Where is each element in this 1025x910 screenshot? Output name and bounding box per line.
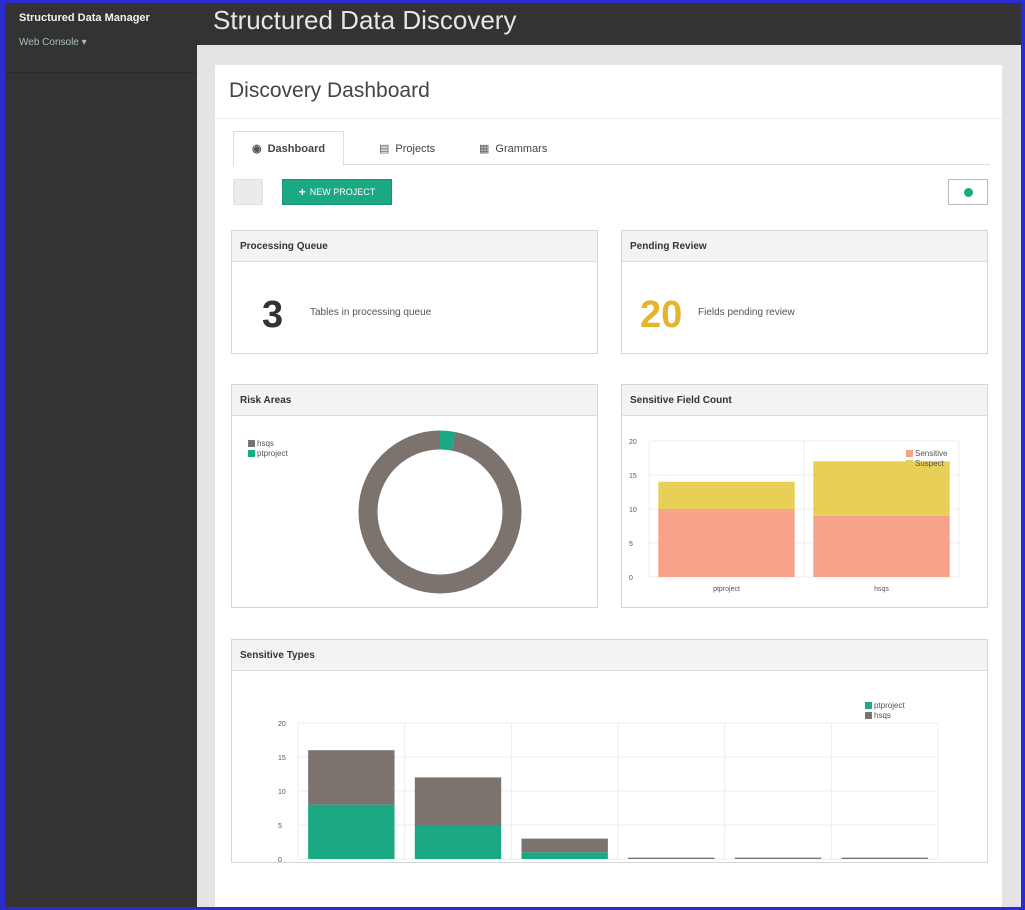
risk-areas-card: Risk Areas hsqs ptproject	[231, 384, 598, 608]
bar-ptproject	[308, 804, 395, 859]
bar-hsqs	[734, 857, 822, 859]
processing-count: 3	[262, 294, 284, 336]
y-tick-label: 20	[278, 721, 286, 728]
brand-name[interactable]: Structured Data Manager	[5, 3, 197, 33]
card-title: Risk Areas	[232, 385, 597, 416]
pending-label: Fields pending review	[698, 307, 795, 318]
top-bar: Structured Data Discovery	[197, 3, 1021, 45]
dashboard-panel: Discovery Dashboard ◉ Dashboard ▤ Projec…	[215, 65, 1002, 907]
bar-ptproject	[414, 825, 502, 859]
pending-review-card: Pending Review 20 Fields pending review	[621, 230, 988, 354]
risk-donut-chart	[358, 430, 522, 594]
page-title: Discovery Dashboard	[229, 79, 430, 102]
legend-swatch	[906, 449, 913, 457]
y-tick-label: 15	[629, 473, 637, 480]
new-project-button[interactable]: + NEW PROJECT	[282, 179, 392, 205]
sidebar: Structured Data Manager Web Console ▾	[5, 3, 197, 907]
legend-label: Suspect	[915, 458, 944, 468]
plus-icon: +	[298, 185, 306, 199]
sensitive-types-card: Sensitive Types 05101520Personal Informa…	[231, 639, 988, 863]
bar-hsqs	[628, 857, 715, 859]
y-tick-label: 0	[278, 857, 282, 863]
collapse-button[interactable]	[233, 179, 263, 205]
tab-label: Dashboard	[267, 142, 326, 155]
app-window: Structured Data Manager Web Console ▾ St…	[5, 3, 1021, 907]
bar-Suspect	[658, 481, 795, 509]
bar-Sensitive	[813, 515, 950, 577]
tab-label: Grammars	[495, 142, 548, 155]
status-button[interactable]	[948, 179, 988, 205]
sensitive-field-count-chart: 0 5 10 15 20 ptproject hsqs	[629, 439, 960, 593]
legend-swatch	[865, 711, 872, 719]
legend-item[interactable]: Sensitive	[906, 448, 947, 458]
card-title: Sensitive Types	[232, 640, 987, 671]
dashboard-icon: ◉	[252, 143, 262, 155]
new-project-label: NEW PROJECT	[309, 187, 376, 197]
donut-slice-hsqs	[358, 430, 522, 594]
y-tick-label: 10	[278, 789, 286, 796]
legend-label: hsqs	[874, 710, 891, 720]
status-dot-icon	[963, 187, 973, 197]
st-legend: ptproject hsqs	[865, 700, 905, 720]
legend-item[interactable]: ptproject	[865, 700, 905, 710]
x-tick-label: hsqs	[874, 586, 889, 593]
x-tick-label: ptproject	[713, 586, 740, 593]
projects-icon: ▤	[379, 143, 390, 155]
web-console-menu[interactable]: Web Console ▾	[5, 33, 197, 73]
card-title: Pending Review	[622, 231, 987, 262]
sensitive-field-count-card: Sensitive Field Count 0 5 10 15 20 ptproject h…	[621, 384, 988, 608]
app-title: Structured Data Discovery	[213, 5, 517, 35]
title-divider	[215, 118, 1002, 119]
tab-dashboard[interactable]: ◉ Dashboard	[233, 131, 345, 166]
y-tick-label: 15	[278, 755, 286, 762]
bar-hsqs	[521, 838, 608, 853]
y-tick-label: 10	[629, 507, 637, 514]
processing-queue-card: Processing Queue 3 Tables in processing …	[231, 230, 598, 354]
bar-Suspect	[813, 461, 950, 516]
legend-swatch	[865, 701, 872, 709]
legend-label: Sensitive	[915, 448, 948, 458]
bar-hsqs	[841, 857, 928, 859]
processing-label: Tables in processing queue	[310, 307, 432, 318]
tab-projects[interactable]: ▤ Projects	[361, 131, 453, 166]
y-tick-label: 0	[629, 575, 633, 582]
grammars-icon: ▦	[479, 143, 490, 155]
tab-grammars[interactable]: ▦ Grammars	[461, 131, 565, 166]
bar-ptproject	[521, 852, 608, 859]
legend-label: ptproject	[874, 700, 905, 710]
tab-label: Projects	[395, 142, 436, 155]
bar-hsqs	[414, 777, 502, 825]
card-title: Sensitive Field Count	[622, 385, 987, 416]
main-content: Discovery Dashboard ◉ Dashboard ▤ Projec…	[197, 45, 1021, 907]
bar-Sensitive	[658, 509, 795, 577]
legend-item[interactable]: Suspect	[906, 458, 947, 468]
y-tick-label: 5	[629, 541, 633, 548]
sfc-legend: Sensitive Suspect	[906, 448, 947, 468]
y-tick-label: 20	[629, 439, 637, 446]
card-title: Processing Queue	[232, 231, 597, 262]
legend-swatch	[906, 459, 913, 467]
pending-count: 20	[640, 294, 683, 336]
tab-bar: ◉ Dashboard ▤ Projects ▦ Grammars	[233, 131, 990, 166]
bar-hsqs	[308, 750, 395, 805]
y-tick-label: 5	[278, 823, 282, 830]
legend-item[interactable]: hsqs	[865, 710, 905, 720]
